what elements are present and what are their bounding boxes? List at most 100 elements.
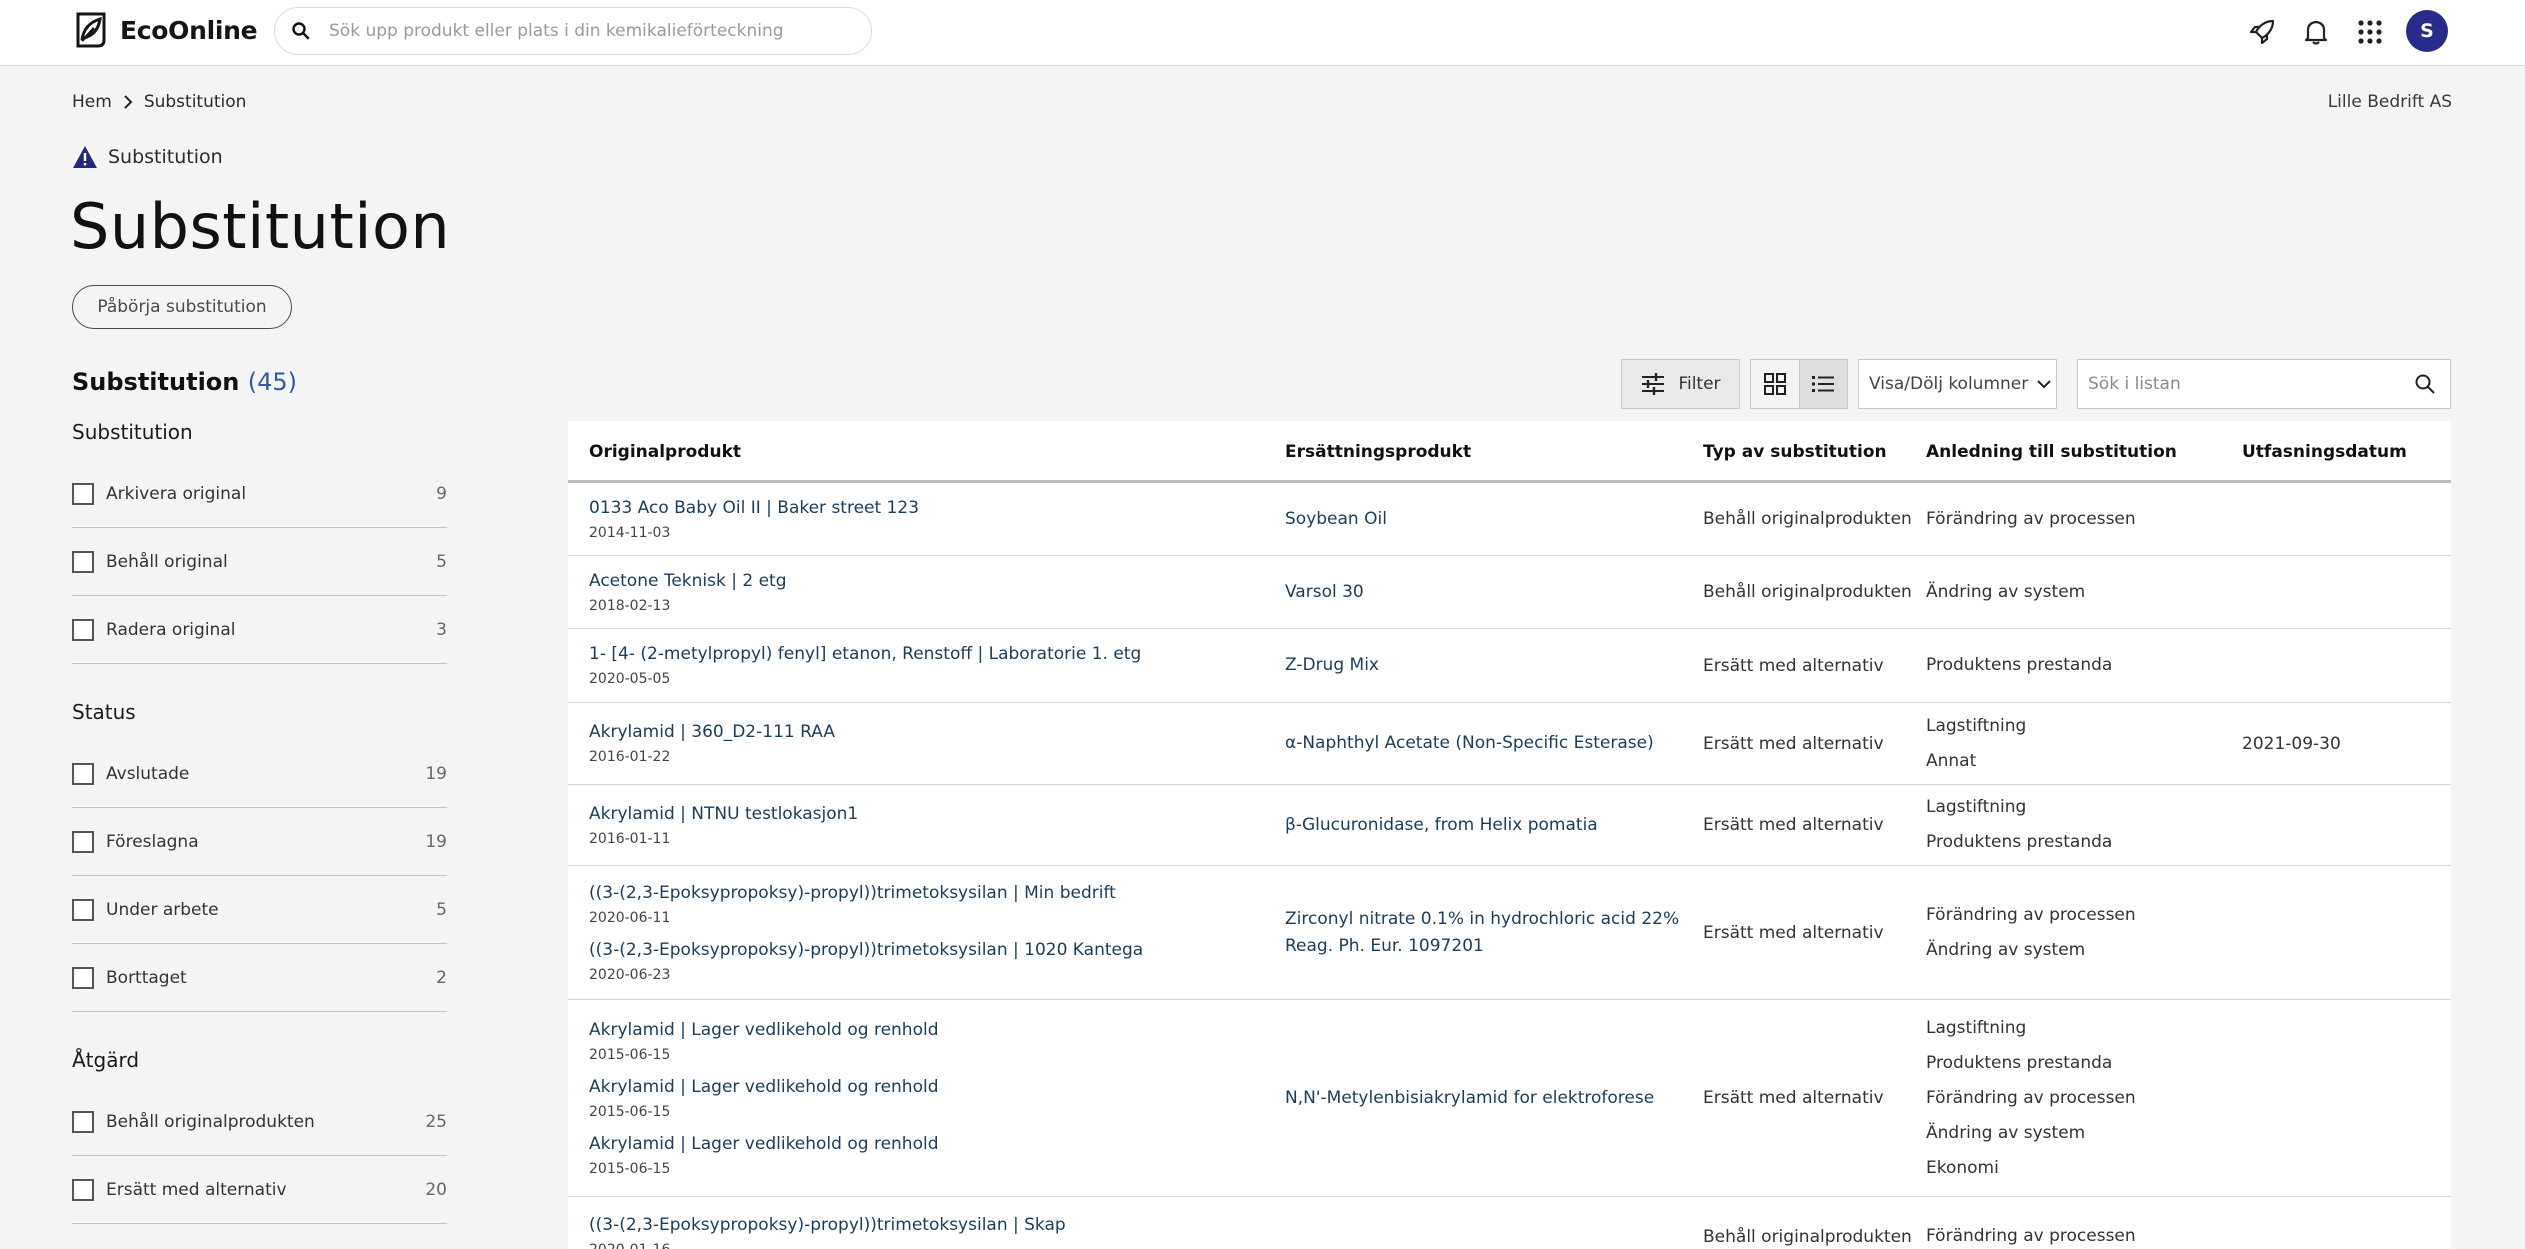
checkbox[interactable] [72,1178,94,1201]
columns-dropdown[interactable]: Visa/Dölj kolumner [1858,359,2057,409]
column-header-phaseout[interactable]: Utfasningsdatum [2242,421,2442,483]
global-search-input[interactable] [329,21,871,41]
substitution-reason: Förändring av processen [1926,1226,2136,1246]
original-product-date: 2018-02-13 [589,597,671,614]
filter-option[interactable]: Avslutade 19 [72,740,447,808]
table-row[interactable]: Akrylamid | Lager vedlikehold og renhold… [568,1000,2451,1197]
phaseout-date-cell [2242,556,2442,628]
company-name: Lille Bedrift AS [2327,92,2452,112]
replacement-product-link[interactable]: Soybean Oil [1285,506,1685,533]
original-product-link[interactable]: ((3-(2,3-Epoksypropoksy)-propyl))trimeto… [589,940,1259,960]
checkbox[interactable] [72,762,94,785]
replacement-product-link[interactable]: N,N'-Metylenbisiakrylamid for elektrofor… [1285,1085,1685,1112]
original-product-link[interactable]: 0133 Aco Baby Oil II | Baker street 123 [589,498,1259,518]
filter-option-count: 5 [436,899,447,920]
filter-option[interactable]: Arkivera original 9 [72,460,447,528]
filter-option[interactable]: Föreslagna 19 [72,808,447,876]
module-tag: Substitution [72,145,223,169]
substitution-reason: Annat [1926,750,1977,771]
ecoonline-logo[interactable]: EcoOnline [72,10,258,50]
ecoonline-logo-icon [76,12,106,48]
filter-option-count: 5 [436,551,447,572]
original-product-link[interactable]: Akrylamid | Lager vedlikehold og renhold [589,1020,1259,1040]
original-product-link[interactable]: Akrylamid | NTNU testlokasjon1 [589,804,1259,824]
table-row[interactable]: Akrylamid | 360_D2-111 RAA 2016-01-22 α-Na… [568,703,2451,785]
bell-icon[interactable] [2300,16,2332,48]
original-product-item: ((3-(2,3-Epoksypropoksy)-propyl))trimeto… [589,940,1259,983]
table-row[interactable]: Akrylamid | NTNU testlokasjon1 2016-01-11… [568,785,2451,866]
grid-view-button[interactable] [1751,360,1799,408]
original-product-link[interactable]: ((3-(2,3-Epoksypropoksy)-propyl))trimeto… [589,1215,1259,1235]
substitution-type-cell: Ersätt med alternativ [1703,1000,1913,1196]
filter-button[interactable]: Filter [1621,359,1740,409]
original-product-cell: Akrylamid | 360_D2-111 RAA 2016-01-22 [589,703,1259,784]
filter-option-label: Avslutade [106,763,190,784]
checkbox[interactable] [72,830,94,853]
start-substitution-button[interactable]: Påbörja substitution [72,285,292,329]
replacement-product-link[interactable]: Zirconyl nitrate 0.1% in hydrochloric ac… [1285,906,1685,960]
list-search[interactable] [2077,359,2451,409]
original-product-cell: ((3-(2,3-Epoksypropoksy)-propyl))trimeto… [589,1197,1259,1249]
substitution-reason: Ekonomi [1926,1157,1999,1178]
original-product-link[interactable]: Acetone Teknisk | 2 etg [589,571,1259,591]
filter-option[interactable]: Behåll original 5 [72,528,447,596]
filter-option[interactable]: Under arbete 5 [72,876,447,944]
breadcrumb-home[interactable]: Hem [72,92,112,112]
original-product-item: 1- [4- (2-metylpropyl) fenyl] etanon, Re… [589,644,1259,687]
filter-option[interactable]: Borttaget 2 [72,944,447,1012]
original-product-item: ((3-(2,3-Epoksypropoksy)-propyl))trimeto… [589,1215,1259,1249]
filter-option[interactable]: Behåll originalprodukten 25 [72,1088,447,1156]
substitution-type: Ersätt med alternativ [1703,655,1884,676]
top-bar: EcoOnline S [0,0,2525,66]
original-product-link[interactable]: ((3-(2,3-Epoksypropoksy)-propyl))trimeto… [589,883,1259,903]
substitution-type: Behåll originalprodukten [1703,1226,1912,1247]
apps-grid-icon[interactable] [2354,16,2386,48]
filter-group-title: Substitution [72,420,193,444]
table-row[interactable]: ((3-(2,3-Epoksypropoksy)-propyl))trimeto… [568,1197,2451,1249]
original-product-link[interactable]: 1- [4- (2-metylpropyl) fenyl] etanon, Re… [589,644,1259,664]
table-row[interactable]: Acetone Teknisk | 2 etg 2018-02-13 Varsol … [568,556,2451,629]
global-search[interactable] [274,7,872,55]
replacement-product-link[interactable]: Z-Drug Mix [1285,652,1685,679]
original-product-link[interactable]: Akrylamid | 360_D2-111 RAA [589,722,1259,742]
user-avatar[interactable]: S [2406,10,2448,52]
list-view-button[interactable] [1798,360,1847,408]
column-header-original[interactable]: Originalprodukt [589,421,1259,483]
checkbox[interactable] [72,482,94,505]
replacement-product-link[interactable]: β-Glucuronidase, from Helix pomatia [1285,812,1685,839]
checkbox[interactable] [72,618,94,641]
checkbox[interactable] [72,550,94,573]
substitution-type-cell: Behåll originalprodukten [1703,483,1913,555]
substitution-type-cell: Ersätt med alternativ [1703,785,1913,865]
column-header-reason[interactable]: Anledning till substitution [1926,421,2226,483]
original-product-link[interactable]: Akrylamid | Lager vedlikehold og renhold [589,1134,1259,1154]
search-icon[interactable] [2414,373,2436,395]
filter-sidebar: Substitution (45) Substitution Arkivera o… [72,368,447,1249]
original-product-link[interactable]: Akrylamid | Lager vedlikehold og renhold [589,1077,1259,1097]
replacement-product-link[interactable]: α-Naphthyl Acetate (Non-Specific Esteras… [1285,730,1685,757]
filter-option-label: Ersätt med alternativ [106,1179,287,1200]
checkbox[interactable] [72,966,94,989]
list-search-input[interactable] [2088,374,2414,394]
rocket-icon[interactable] [2246,16,2278,48]
original-product-date: 2016-01-22 [589,749,671,765]
table-row[interactable]: ((3-(2,3-Epoksypropoksy)-propyl))trimeto… [568,866,2451,1000]
substitution-reason-cell: Förändring av processen [1926,483,2226,555]
table-row[interactable]: 0133 Aco Baby Oil II | Baker street 123 2… [568,483,2451,556]
substitution-reason: Ändring av system [1926,939,2086,960]
grid-view-icon [1763,373,1786,395]
filter-option[interactable]: Ersätt med alternativ 20 [72,1156,447,1224]
replacement-product-link[interactable]: Varsol 30 [1285,579,1685,606]
replacement-product-cell: N,N'-Metylenbisiakrylamid for elektrofor… [1285,1000,1685,1196]
filter-option[interactable]: Radera original 3 [72,596,447,664]
phaseout-date-cell [2242,483,2442,555]
checkbox[interactable] [72,1110,94,1133]
column-header-type[interactable]: Typ av substitution [1703,421,1913,483]
substitution-reason: Förändring av processen [1926,1087,2136,1108]
filter-group-title: Åtgärd [72,1048,140,1072]
column-header-replacement[interactable]: Ersättningsprodukt [1285,421,1685,483]
checkbox[interactable] [72,898,94,921]
brand-name: EcoOnline [120,15,258,45]
table-row[interactable]: 1- [4- (2-metylpropyl) fenyl] etanon, Re… [568,629,2451,703]
warning-triangle-icon [73,146,97,168]
